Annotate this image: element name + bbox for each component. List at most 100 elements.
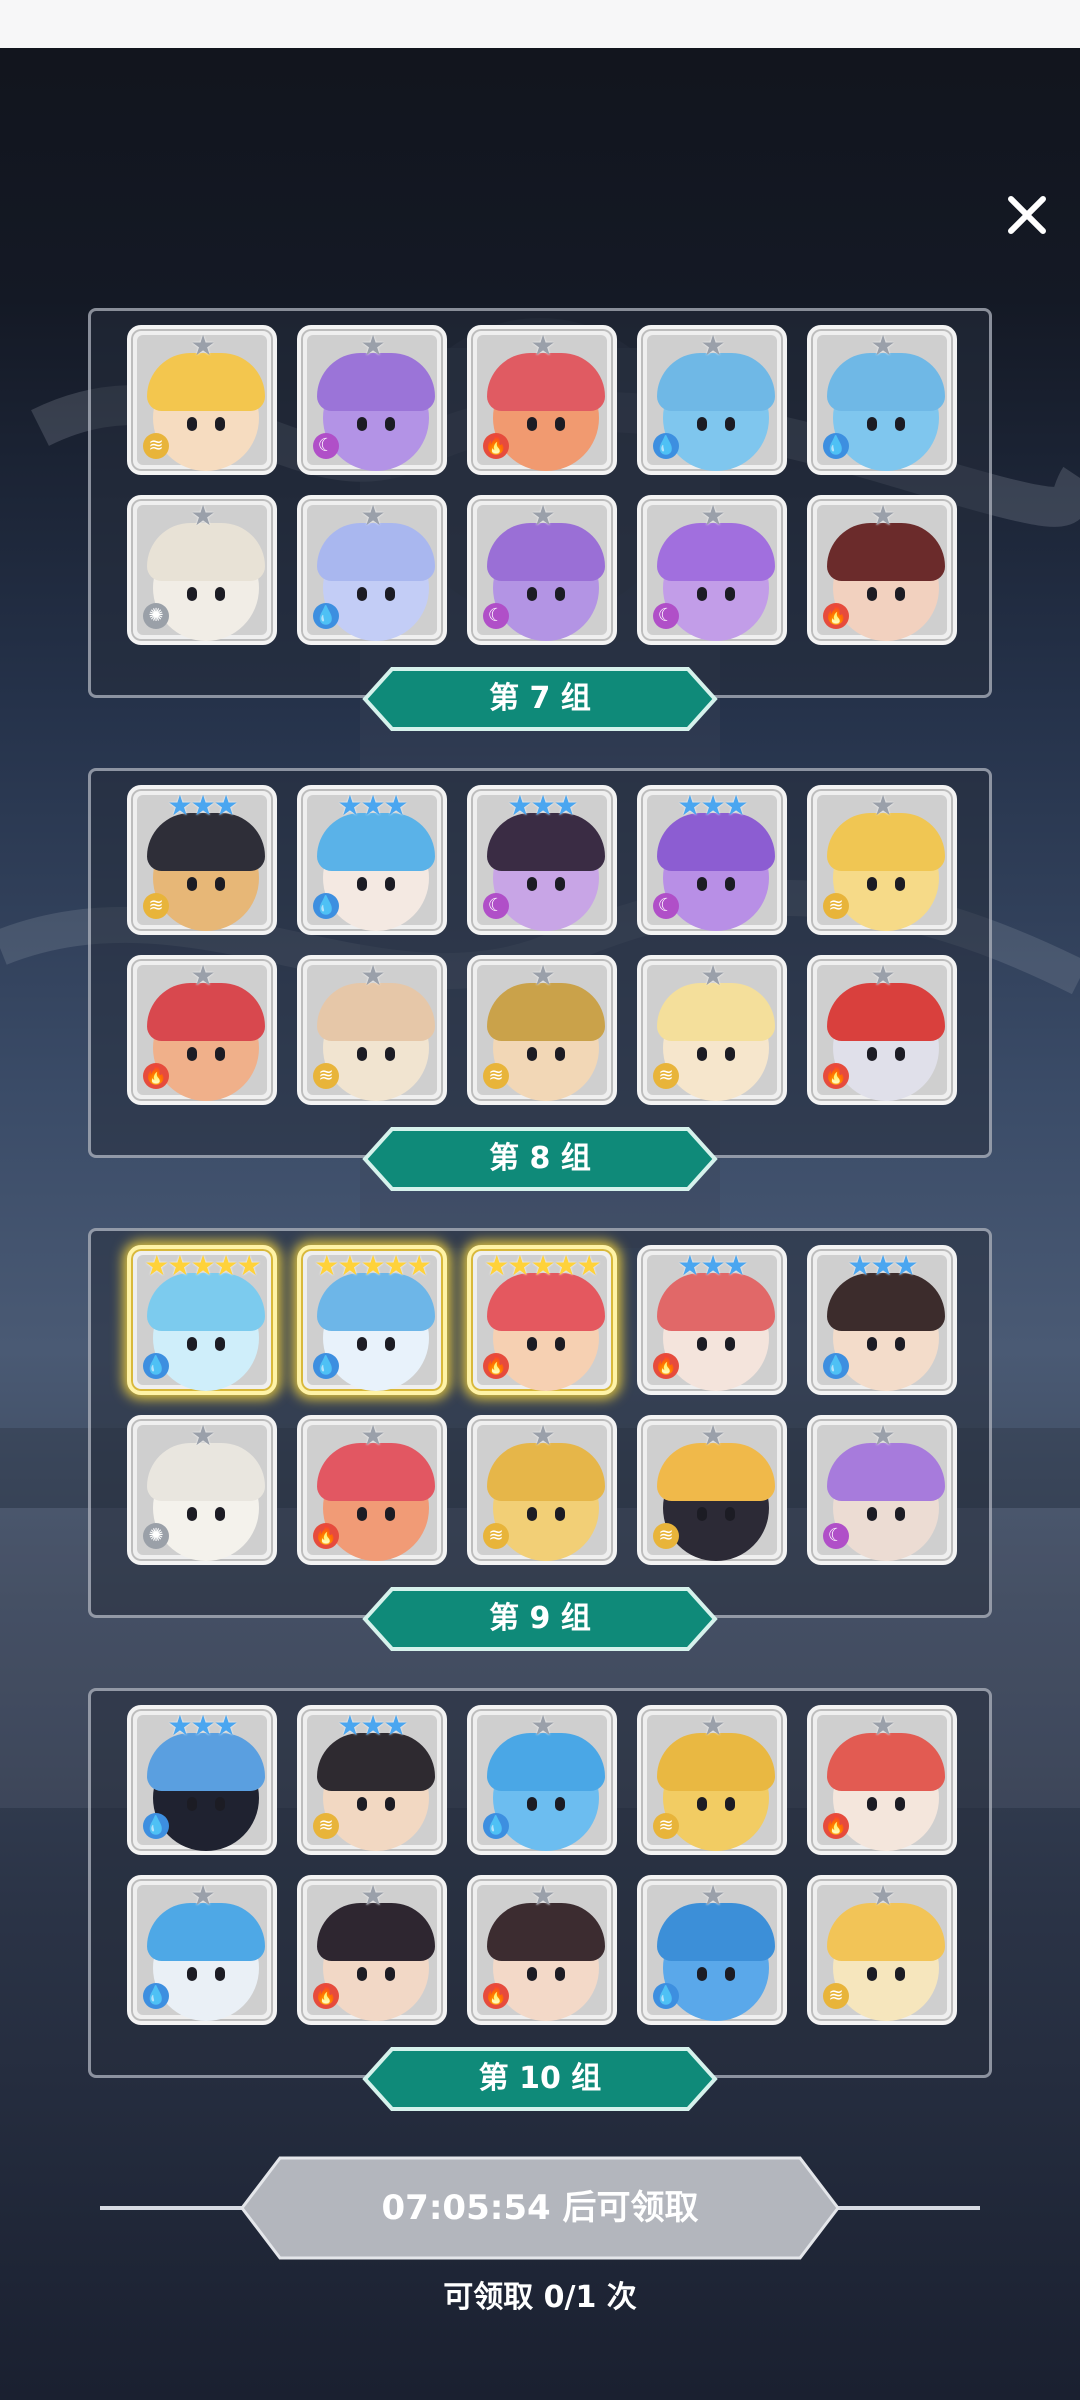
hero-eye — [215, 1337, 225, 1351]
hero-eye — [555, 1337, 565, 1351]
hero-card[interactable]: ★ ≋ — [467, 1415, 617, 1565]
hero-card[interactable]: ★ ☾ — [807, 1415, 957, 1565]
hero-eye — [725, 587, 735, 601]
hero-eye — [357, 1047, 367, 1061]
hero-card[interactable]: ★★★ 🔥 — [637, 1245, 787, 1395]
hero-eye — [697, 877, 707, 891]
fire-element-icon: 🔥 — [823, 603, 849, 629]
hero-card[interactable]: ★ ☾ — [467, 495, 617, 645]
hero-eye — [725, 1337, 735, 1351]
hero-eye — [867, 417, 877, 431]
close-button[interactable] — [996, 184, 1058, 246]
hero-eye — [385, 587, 395, 601]
hero-card[interactable]: ★ ≋ — [467, 955, 617, 1105]
water-element-icon: 💧 — [823, 1353, 849, 1379]
hero-card[interactable]: ★ ≋ — [637, 1415, 787, 1565]
hero-card[interactable]: ★★★ ☾ — [637, 785, 787, 935]
hero-card[interactable]: ★★★★★ 💧 — [297, 1245, 447, 1395]
star-rating: ★ — [190, 499, 215, 532]
hero-eye — [357, 587, 367, 601]
hero-card[interactable]: ★ ≋ — [637, 1705, 787, 1855]
hero-eye — [895, 877, 905, 891]
hero-eye — [725, 877, 735, 891]
star-rating: ★ — [530, 1709, 555, 1742]
hero-eye — [385, 1047, 395, 1061]
hero-eye — [867, 1967, 877, 1981]
hero-card[interactable]: ★★★ 💧 — [127, 1705, 277, 1855]
hero-card[interactable]: ★★★ ☾ — [467, 785, 617, 935]
hero-card[interactable]: ★★★ 💧 — [297, 785, 447, 935]
hero-eye — [725, 1967, 735, 1981]
hero-eye — [385, 1507, 395, 1521]
fire-element-icon: 🔥 — [313, 1523, 339, 1549]
group-label-banner: 第 7 组 — [362, 666, 718, 732]
hero-card[interactable]: ★ 🔥 — [467, 325, 617, 475]
hero-eye — [187, 587, 197, 601]
timer-divider-left — [100, 2206, 260, 2210]
hero-eye — [527, 877, 537, 891]
water-element-icon: 💧 — [313, 603, 339, 629]
star-rating: ★★★ — [337, 789, 408, 822]
hero-card[interactable]: ★ ✺ — [127, 1415, 277, 1565]
group-label: 第 7 组 — [489, 681, 591, 716]
star-rating: ★★★★★ — [484, 1249, 602, 1282]
hero-eye — [867, 1797, 877, 1811]
hero-card[interactable]: ★ 🔥 — [127, 955, 277, 1105]
star-rating: ★ — [700, 959, 725, 992]
hero-eye — [697, 1967, 707, 1981]
fire-element-icon: 🔥 — [483, 433, 509, 459]
hero-card[interactable]: ★ ✺ — [127, 495, 277, 645]
hero-card[interactable]: ★ 💧 — [637, 1875, 787, 2025]
hero-card[interactable]: ★ ☾ — [637, 495, 787, 645]
hero-eye — [215, 1507, 225, 1521]
hero-card[interactable]: ★ ≋ — [807, 1875, 957, 2025]
hero-card[interactable]: ★ ≋ — [637, 955, 787, 1105]
hero-card[interactable]: ★ 💧 — [467, 1705, 617, 1855]
star-rating: ★★★★★ — [314, 1249, 432, 1282]
hero-card[interactable]: ★ ≋ — [127, 325, 277, 475]
hero-card[interactable]: ★★★ ≋ — [297, 1705, 447, 1855]
star-rating: ★ — [360, 1879, 385, 1912]
hero-card[interactable]: ★ 🔥 — [807, 495, 957, 645]
hero-eye — [697, 1507, 707, 1521]
star-rating: ★ — [360, 1419, 385, 1452]
star-rating: ★ — [700, 1709, 725, 1742]
wind-element-icon: ≋ — [653, 1063, 679, 1089]
hero-eye — [555, 417, 565, 431]
hero-card[interactable]: ★ 💧 — [127, 1875, 277, 2025]
hero-eye — [215, 877, 225, 891]
hero-eye — [697, 1337, 707, 1351]
hero-card[interactable]: ★ 🔥 — [807, 955, 957, 1105]
hero-card[interactable]: ★ 🔥 — [297, 1875, 447, 2025]
hero-card[interactable]: ★★★★★ 💧 — [127, 1245, 277, 1395]
hero-card[interactable]: ★ ≋ — [297, 955, 447, 1105]
hero-card[interactable]: ★ 🔥 — [297, 1415, 447, 1565]
hero-card[interactable]: ★ 💧 — [807, 325, 957, 475]
hero-card[interactable]: ★ 🔥 — [467, 1875, 617, 2025]
star-rating: ★ — [530, 1879, 555, 1912]
hero-card[interactable]: ★★★ 💧 — [807, 1245, 957, 1395]
hero-eye — [187, 877, 197, 891]
hero-card[interactable]: ★ ≋ — [807, 785, 957, 935]
hero-eye — [725, 1797, 735, 1811]
hero-eye — [867, 1507, 877, 1521]
hero-eye — [895, 1967, 905, 1981]
hero-eye — [385, 417, 395, 431]
hero-eye — [385, 1797, 395, 1811]
hero-card[interactable]: ★ ☾ — [297, 325, 447, 475]
wind-element-icon: ≋ — [483, 1523, 509, 1549]
wind-element-icon: ≋ — [313, 1063, 339, 1089]
hero-card[interactable]: ★ 🔥 — [807, 1705, 957, 1855]
hero-card[interactable]: ★ 💧 — [637, 325, 787, 475]
water-element-icon: 💧 — [143, 1813, 169, 1839]
claim-button[interactable]: 07:05:54 后可领取 — [240, 2156, 840, 2260]
hero-card[interactable]: ★★★★★ 🔥 — [467, 1245, 617, 1395]
hero-eye — [555, 1797, 565, 1811]
hero-card[interactable]: ★ 💧 — [297, 495, 447, 645]
hero-card[interactable]: ★★★ ≋ — [127, 785, 277, 935]
group-label: 第 10 组 — [478, 2061, 602, 2096]
hero-eye — [357, 877, 367, 891]
fire-element-icon: 🔥 — [483, 1983, 509, 2009]
water-element-icon: 💧 — [143, 1353, 169, 1379]
water-element-icon: 💧 — [823, 433, 849, 459]
